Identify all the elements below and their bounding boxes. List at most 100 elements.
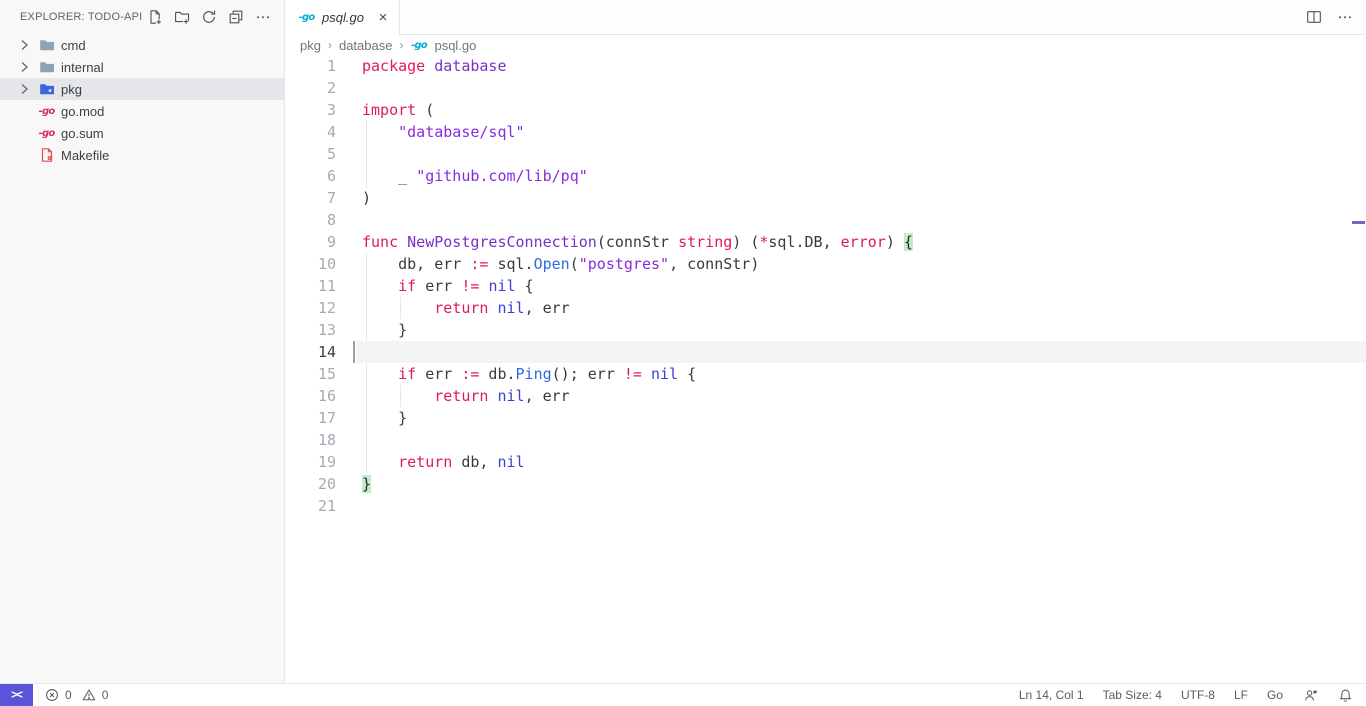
line-number: 15 [286, 363, 336, 385]
explorer-sidebar: EXPLORER: TODO-API cmdinternalpkg-gogo.m… [0, 0, 285, 683]
status-utf-8[interactable]: UTF-8 [1181, 688, 1215, 702]
code-line-9[interactable]: 9func NewPostgresConnection(connStr stri… [286, 231, 1366, 253]
explorer-title: EXPLORER: TODO-API [20, 11, 142, 23]
folder-icon [38, 37, 55, 54]
indent-spacer [16, 125, 32, 141]
line-number: 4 [286, 121, 336, 143]
code-editor[interactable]: 1package database23import (4 "database/s… [286, 55, 1366, 683]
tree-item-label: pkg [61, 82, 82, 97]
feedback-icon[interactable] [1302, 687, 1318, 703]
tree-item-makefile[interactable]: Makefile [0, 144, 284, 166]
indent-spacer [16, 147, 32, 163]
go-file-icon: -go [38, 125, 55, 142]
tab-label: psql.go [322, 10, 364, 25]
status-ln-14-col-1[interactable]: Ln 14, Col 1 [1019, 688, 1084, 702]
code-text: } [336, 319, 407, 341]
code-line-21[interactable]: 21 [286, 495, 1366, 517]
tab-bar: -go psql.go × [286, 0, 1366, 35]
code-line-13[interactable]: 13 } [286, 319, 1366, 341]
code-text: "database/sql" [336, 121, 525, 143]
code-line-10[interactable]: 10 db, err := sql.Open("postgres", connS… [286, 253, 1366, 275]
tree-item-label: go.sum [61, 126, 104, 141]
code-line-16[interactable]: 16 return nil, err [286, 385, 1366, 407]
code-line-2[interactable]: 2 [286, 77, 1366, 99]
more-actions-icon[interactable] [254, 8, 271, 25]
package-folder-icon [38, 81, 55, 98]
folder-icon [38, 59, 55, 76]
code-text: ) [336, 187, 371, 209]
go-icon: -go [298, 9, 315, 26]
code-text: } [336, 407, 407, 429]
code-line-5[interactable]: 5 [286, 143, 1366, 165]
close-icon[interactable]: × [375, 10, 391, 26]
tree-item-label: cmd [61, 38, 86, 53]
collapse-folders-icon[interactable] [227, 8, 244, 25]
makefile-icon [38, 147, 55, 164]
code-text: import ( [336, 99, 434, 121]
line-number: 3 [286, 99, 336, 121]
explorer-header: EXPLORER: TODO-API [0, 0, 284, 33]
line-number: 19 [286, 451, 336, 473]
more-actions-icon[interactable] [1336, 9, 1353, 26]
status-lf[interactable]: LF [1234, 688, 1248, 702]
new-file-icon[interactable] [146, 8, 163, 25]
code-text: if err != nil { [336, 275, 534, 297]
tab-psql-go[interactable]: -go psql.go × [286, 0, 400, 35]
tree-item-pkg[interactable]: pkg [0, 78, 284, 100]
remote-icon: >< [11, 688, 22, 701]
line-number: 9 [286, 231, 336, 253]
code-line-18[interactable]: 18 [286, 429, 1366, 451]
code-line-6[interactable]: 6 _ "github.com/lib/pq" [286, 165, 1366, 187]
breadcrumb-item-pkg[interactable]: pkg [300, 38, 321, 53]
breadcrumb-item-psql-go[interactable]: psql.go [434, 38, 476, 53]
line-number: 11 [286, 275, 336, 297]
code-line-3[interactable]: 3import ( [286, 99, 1366, 121]
line-number: 8 [286, 209, 336, 231]
split-editor-icon[interactable] [1305, 9, 1322, 26]
code-text: return nil, err [336, 385, 570, 407]
code-line-20[interactable]: 20} [286, 473, 1366, 495]
status-go[interactable]: Go [1267, 688, 1283, 702]
code-line-12[interactable]: 12 return nil, err [286, 297, 1366, 319]
tree-item-internal[interactable]: internal [0, 56, 284, 78]
refresh-explorer-icon[interactable] [200, 8, 217, 25]
code-line-1[interactable]: 1package database [286, 55, 1366, 77]
code-text [336, 495, 362, 517]
breadcrumb-separator: › [399, 38, 403, 52]
code-line-11[interactable]: 11 if err != nil { [286, 275, 1366, 297]
code-text: package database [336, 55, 507, 77]
code-line-15[interactable]: 15 if err := db.Ping(); err != nil { [286, 363, 1366, 385]
code-line-8[interactable]: 8 [286, 209, 1366, 231]
code-line-7[interactable]: 7) [286, 187, 1366, 209]
code-text: return nil, err [336, 297, 570, 319]
line-number: 1 [286, 55, 336, 77]
problems-status[interactable]: 0 0 [44, 687, 112, 703]
remote-indicator[interactable]: >< [0, 684, 33, 706]
status-tab-size-4[interactable]: Tab Size: 4 [1103, 688, 1162, 702]
line-number: 10 [286, 253, 336, 275]
tree-item-cmd[interactable]: cmd [0, 34, 284, 56]
code-text [336, 143, 362, 165]
tree-item-go-mod[interactable]: -gogo.mod [0, 100, 284, 122]
breadcrumb-item-database[interactable]: database [339, 38, 393, 53]
chevron-right-icon[interactable] [16, 81, 32, 97]
line-number: 21 [286, 495, 336, 517]
new-folder-icon[interactable] [173, 8, 190, 25]
tree-item-go-sum[interactable]: -go go.sum [0, 122, 284, 144]
line-number: 12 [286, 297, 336, 319]
code-line-19[interactable]: 19 return db, nil [286, 451, 1366, 473]
chevron-right-icon[interactable] [16, 59, 32, 75]
warning-icon [81, 687, 97, 703]
code-line-14[interactable]: 14 [286, 341, 1366, 363]
chevron-right-icon[interactable] [16, 37, 32, 53]
bell-icon[interactable] [1337, 687, 1353, 703]
tab-strip-empty [400, 0, 1366, 35]
tree-item-label: go.mod [61, 104, 104, 119]
indent-spacer [16, 103, 32, 119]
line-number: 20 [286, 473, 336, 495]
tree-item-label: Makefile [61, 148, 109, 163]
line-number: 17 [286, 407, 336, 429]
code-line-4[interactable]: 4 "database/sql" [286, 121, 1366, 143]
status-right: Ln 14, Col 1 Tab Size: 4 UTF-8 LF Go [1019, 687, 1366, 703]
code-line-17[interactable]: 17 } [286, 407, 1366, 429]
